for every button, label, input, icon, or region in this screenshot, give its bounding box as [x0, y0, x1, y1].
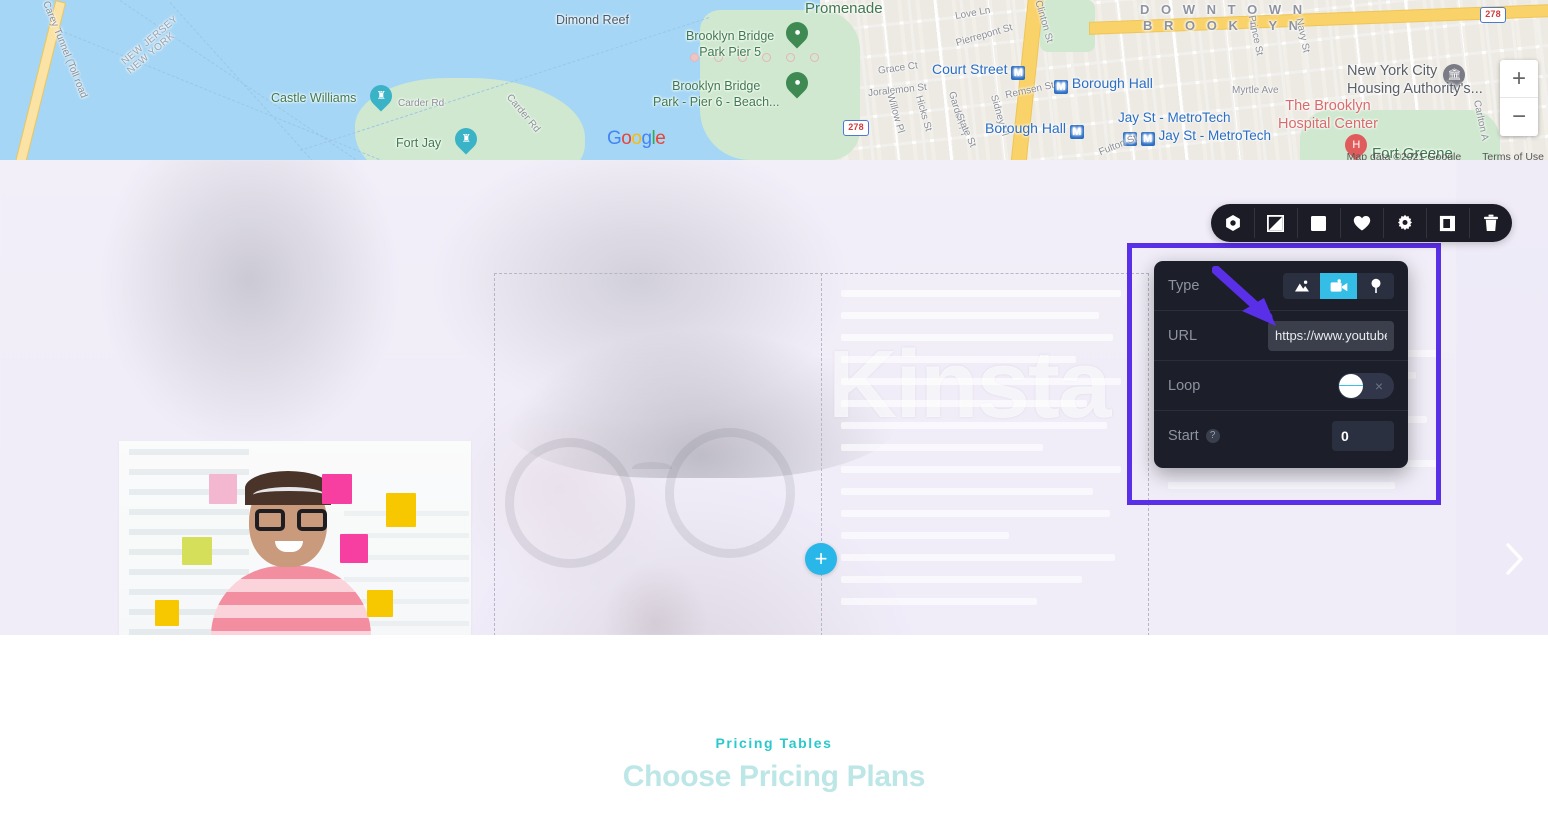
map-label-pier-5: Brooklyn Bridge Park Pier 5: [686, 29, 775, 59]
map-label-nycha: New York City Housing Authority's...: [1347, 63, 1483, 97]
sticky-note: [367, 590, 393, 617]
gear-icon[interactable]: [1383, 204, 1426, 242]
settings-hex-icon[interactable]: [1211, 204, 1254, 242]
map-pin-fort-jay[interactable]: ♜: [450, 123, 482, 158]
add-element-button[interactable]: +: [805, 543, 837, 575]
map-zoom-controls[interactable]: + −: [1500, 60, 1538, 136]
borough-hall-text: Borough Hall: [1071, 75, 1153, 91]
pricing-eyebrow: Pricing Tables: [715, 735, 833, 751]
map-zoom-out-button[interactable]: −: [1500, 98, 1538, 136]
map-label-downtown: D O W N T O W N: [1140, 2, 1307, 17]
sticky-note: [322, 474, 352, 504]
duplicate-icon[interactable]: [1426, 204, 1469, 242]
map-label-castle-williams: Castle Williams: [271, 91, 357, 105]
sticky-note: [182, 537, 212, 565]
hero-thumbnail-image[interactable]: [119, 441, 471, 635]
thumb-person-hair: [245, 471, 331, 505]
start-label: Start ?: [1168, 428, 1332, 444]
metro-icon: M: [1069, 125, 1084, 139]
map-pin-castle-williams[interactable]: ♜: [365, 80, 397, 115]
loop-label: Loop: [1168, 377, 1201, 394]
map-label-brooklyn: B R O O K L Y N: [1143, 18, 1302, 33]
map-label-fort-jay: Fort Jay: [396, 136, 442, 150]
google-logo: Google: [607, 128, 666, 149]
court-street-text: Court Street: [932, 61, 1008, 77]
sticky-note: [155, 600, 179, 626]
metro-icon: M: [1140, 132, 1155, 146]
video-camera-icon[interactable]: [1320, 272, 1357, 299]
loop-toggle[interactable]: ×: [1338, 372, 1394, 399]
map-pin-icon[interactable]: [1357, 273, 1394, 299]
map-label-dimond-reef: Dimond Reef: [556, 13, 629, 27]
map-shield-278: 278: [843, 120, 869, 136]
map-label-carder-rd: Carder Rd: [398, 98, 445, 109]
screenshot-root: 278 278 ♜ ♜ ● ● 🏛 H NEW JERSEY NEW YORK …: [0, 0, 1548, 820]
settings-row-start: Start ?: [1154, 411, 1408, 461]
thumb-person-glasses: [255, 509, 327, 531]
annotation-arrow-icon: [1212, 266, 1276, 326]
slider-next-arrow-icon[interactable]: [1504, 542, 1526, 576]
jay-st-text: Jay St - MetroTech: [1158, 128, 1272, 143]
placeholder-text-block: [841, 290, 1121, 620]
map-label-brooklyn-hospital: The Brooklyn Hospital Center: [1278, 98, 1378, 132]
sticky-note: [386, 493, 416, 527]
map-label-borough-hall-2: Borough Hall M: [985, 120, 1084, 139]
map-pin-pier-5[interactable]: ●: [781, 17, 813, 52]
sticky-note: [209, 474, 237, 504]
start-label-text: Start: [1168, 428, 1199, 444]
map-zoom-in-button[interactable]: +: [1500, 60, 1538, 98]
map-label-jay-st-1: Jay St - MetroTech: [1118, 110, 1231, 125]
trash-icon[interactable]: [1469, 204, 1512, 242]
map-label-court-street: Court Street M: [932, 61, 1026, 80]
heart-icon[interactable]: [1340, 204, 1383, 242]
metro-icon: M: [1054, 80, 1068, 94]
pricing-title: Choose Pricing Plans: [622, 760, 926, 793]
map-label-pier-6: Brooklyn Bridge Park - Pier 6 - Beach...: [653, 79, 780, 109]
map-label-myrtle-ave: Myrtle Ave: [1232, 85, 1279, 96]
map-label-promenade: Promenade: [805, 0, 883, 17]
element-toolbar[interactable]: [1211, 204, 1512, 242]
square-icon[interactable]: [1297, 204, 1340, 242]
google-map-embed[interactable]: 278 278 ♜ ♜ ● ● 🏛 H NEW JERSEY NEW YORK …: [0, 0, 1548, 165]
map-label-jay-st-2: M M Jay St - MetroTech: [1123, 128, 1271, 146]
shape-diagonal-icon[interactable]: [1254, 204, 1297, 242]
help-icon[interactable]: ?: [1205, 429, 1220, 443]
settings-row-loop: Loop ×: [1154, 361, 1408, 411]
sticky-note: [340, 534, 368, 563]
borough-hall-text-2: Borough Hall: [985, 120, 1066, 136]
metro-icon: M: [1011, 66, 1026, 80]
map-pin-pier-6[interactable]: ●: [781, 67, 813, 102]
pricing-section: Pricing Tables Choose Pricing Plans: [0, 635, 1548, 820]
builder-column-divider: [821, 273, 822, 635]
map-label-borough-hall: M Borough Hall: [1054, 75, 1153, 94]
start-input[interactable]: [1332, 421, 1394, 451]
map-shield-278-b: 278: [1480, 7, 1506, 23]
toggle-off-label: ×: [1374, 377, 1383, 394]
toggle-knob-icon: [1339, 373, 1363, 398]
